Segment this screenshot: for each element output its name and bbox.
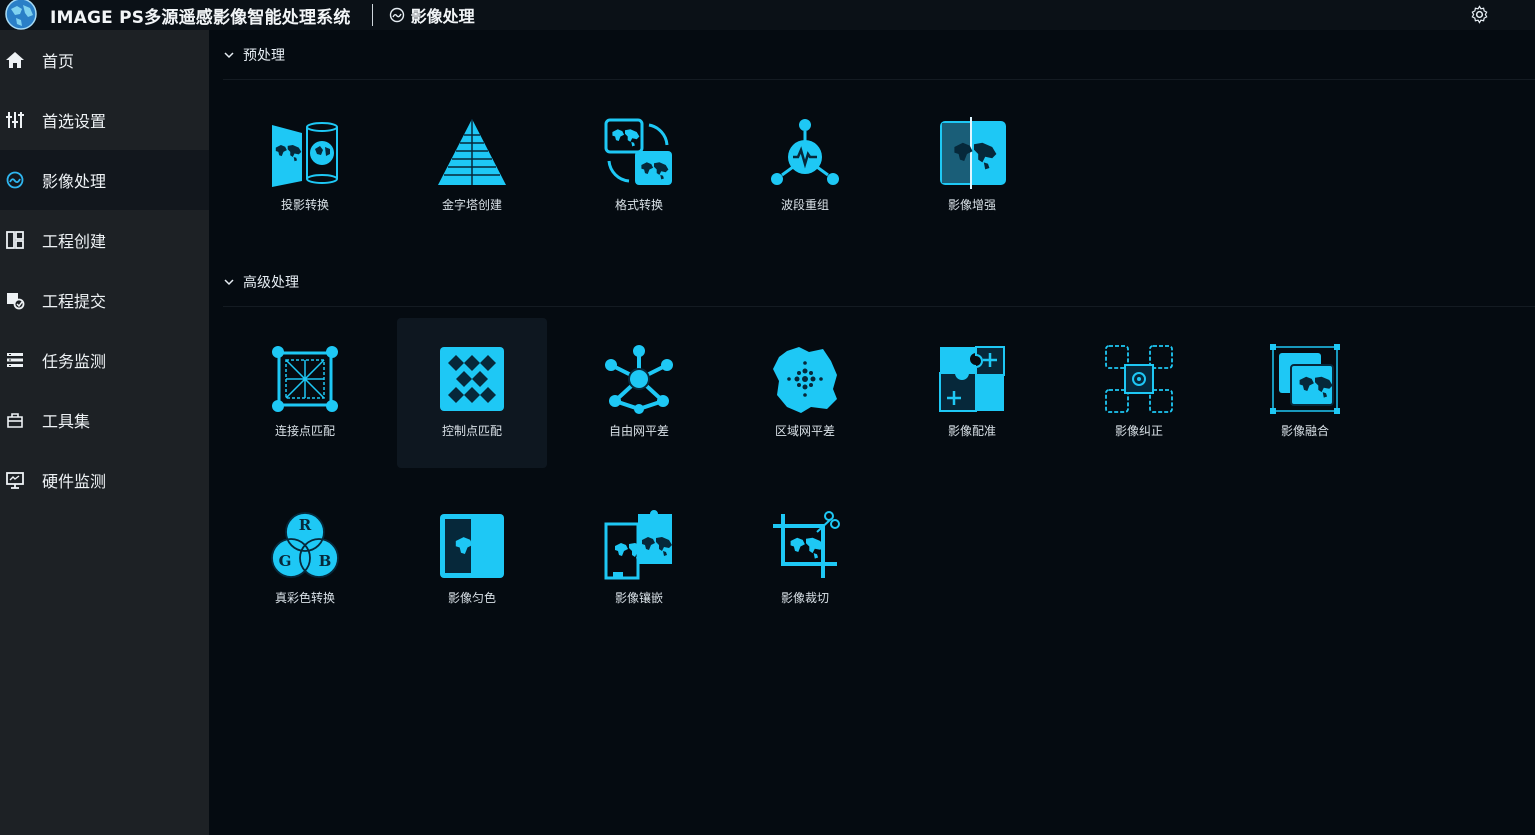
sidebar-item-project-submit[interactable]: 工程提交 [0, 270, 209, 330]
rgb-r-label: R [299, 516, 312, 534]
main-content: 预处理 投影转换 金字塔创建 格式转换 波段重组 影像增强 高级处理 连接点匹配… [209, 30, 1535, 835]
controlpoint-match-icon [440, 347, 504, 411]
sidebar-item-project-create[interactable]: 工程创建 [0, 210, 209, 270]
free-network-icon [605, 345, 673, 414]
tool-controlpoint-match[interactable]: 控制点匹配 [397, 318, 547, 468]
rectify-icon [1105, 345, 1173, 413]
section-preprocess-header[interactable]: 预处理 [223, 30, 1535, 80]
layout-icon [6, 231, 24, 249]
tool-label: 自由网平差 [608, 424, 669, 438]
image-process-icon [389, 7, 404, 23]
sliders-icon [6, 112, 24, 128]
tool-image-mosaic[interactable]: 影像镶嵌 [564, 485, 714, 635]
monitor-icon [6, 472, 24, 489]
title-divider [371, 4, 373, 26]
sidebar-item-label: 工程创建 [42, 232, 107, 251]
chevron-down-icon [224, 278, 234, 285]
sidebar-item-label: 硬件监测 [42, 472, 107, 491]
rgb-g-label: G [279, 552, 292, 570]
fusion-icon [1270, 344, 1340, 414]
tool-label: 影像镶嵌 [614, 591, 663, 605]
tool-format-convert[interactable]: 格式转换 [564, 92, 714, 242]
sidebar-item-label: 首选设置 [42, 112, 107, 131]
tool-image-crop[interactable]: 影像裁切 [730, 485, 880, 635]
tool-image-registration[interactable]: 影像配准 [897, 318, 1047, 468]
tool-image-rectify[interactable]: 影像纠正 [1064, 318, 1214, 468]
app-title: IMAGE PS多源遥感影像智能处理系统 [50, 7, 351, 28]
tool-projection-transform[interactable]: 投影转换 [230, 92, 380, 242]
block-adjust-icon [773, 347, 837, 413]
tool-label: 影像增强 [947, 198, 996, 212]
sidebar-item-label: 工程提交 [42, 292, 107, 311]
registration-icon [939, 346, 1005, 412]
sidebar-item-label: 首页 [42, 52, 75, 71]
tool-free-network-adjust[interactable]: 自由网平差 [564, 318, 714, 468]
sidebar-item-preferences[interactable]: 首选设置 [0, 90, 209, 150]
tool-label: 金字塔创建 [441, 198, 502, 212]
projection-icon [272, 122, 338, 187]
image-enhance-icon [940, 117, 1006, 189]
tool-label: 影像纠正 [1114, 424, 1163, 438]
tool-label: 真彩色转换 [274, 591, 335, 605]
title-bar: IMAGE PS多源遥感影像智能处理系统 影像处理 [0, 0, 1535, 30]
tool-label: 影像融合 [1280, 424, 1329, 438]
band-recombine-icon [771, 119, 839, 185]
tool-label: 影像配准 [947, 424, 996, 438]
tool-label: 波段重组 [780, 198, 829, 212]
submit-icon [7, 293, 25, 310]
tool-truecolor-convert[interactable]: R G B 真彩色转换 [230, 485, 380, 635]
chevron-down-icon [224, 51, 234, 58]
tool-color-balance[interactable]: 影像匀色 [397, 485, 547, 635]
sidebar: 首页 首选设置 影像处理 工程创建 工程提交 任务监测 工具集 硬件监测 [0, 30, 209, 835]
sidebar-item-home[interactable]: 首页 [0, 30, 209, 90]
list-icon [7, 353, 23, 367]
section-advanced-header[interactable]: 高级处理 [223, 257, 1535, 307]
tool-pyramid-create[interactable]: 金字塔创建 [397, 92, 547, 242]
color-balance-icon [440, 514, 504, 578]
tool-label: 区域网平差 [774, 424, 835, 438]
sidebar-item-hardware-monitor[interactable]: 硬件监测 [0, 450, 209, 510]
home-icon [6, 52, 24, 68]
tool-image-fusion[interactable]: 影像融合 [1230, 318, 1380, 468]
tiepoint-match-icon [272, 346, 338, 412]
tool-band-recombine[interactable]: 波段重组 [730, 92, 880, 242]
tool-tiepoint-match[interactable]: 连接点匹配 [230, 318, 380, 468]
sidebar-item-image-processing[interactable]: 影像处理 [0, 150, 209, 210]
sidebar-item-label: 任务监测 [42, 352, 107, 371]
mosaic-icon [604, 510, 672, 580]
tool-block-adjust[interactable]: 区域网平差 [730, 318, 880, 468]
globe-logo-icon [5, 0, 37, 30]
truecolor-icon: R G B [271, 512, 339, 578]
tool-label: 影像匀色 [447, 591, 496, 605]
crop-icon [773, 511, 840, 578]
section-title: 高级处理 [243, 274, 299, 291]
gear-icon[interactable] [1470, 5, 1489, 24]
sidebar-item-label: 影像处理 [42, 172, 107, 191]
format-convert-icon [604, 118, 672, 185]
breadcrumb-current: 影像处理 [410, 7, 475, 26]
tool-label: 影像裁切 [780, 591, 829, 605]
tool-label: 格式转换 [614, 198, 663, 212]
rgb-b-label: B [319, 552, 332, 570]
sidebar-item-toolset[interactable]: 工具集 [0, 390, 209, 450]
tool-image-enhance[interactable]: 影像增强 [897, 92, 1047, 242]
tool-label: 投影转换 [280, 198, 329, 212]
sidebar-item-task-monitor[interactable]: 任务监测 [0, 330, 209, 390]
pyramid-icon [438, 119, 506, 185]
tool-label: 连接点匹配 [274, 424, 335, 438]
section-title: 预处理 [243, 47, 285, 64]
sidebar-item-label: 工具集 [42, 412, 91, 431]
toolbox-icon [7, 413, 23, 428]
image-process-icon [6, 171, 24, 189]
tool-label: 控制点匹配 [441, 424, 502, 438]
